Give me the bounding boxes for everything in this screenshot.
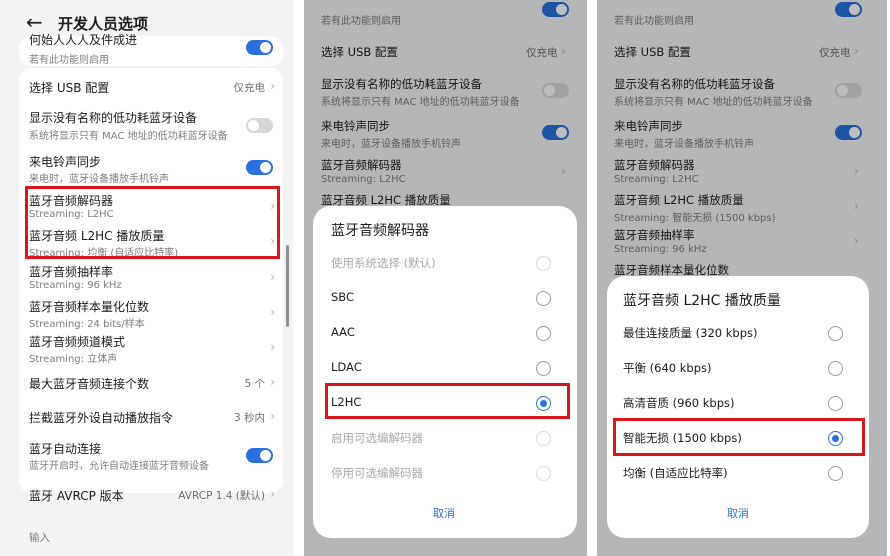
setting-subtitle: 蓝牙开启时，允许自动连接蓝牙音频设备 <box>29 461 209 472</box>
scrollbar[interactable] <box>286 245 289 327</box>
setting-row-channel[interactable]: 蓝牙音频频道模式 Streaming: 立体声 › <box>19 330 283 365</box>
codec-option-aac[interactable]: AAC <box>313 316 577 350</box>
codec-dialog: 蓝牙音频解码器 使用系统选择 (默认) SBC AAC LDAC L2HC 启用… <box>313 206 577 538</box>
chevron-right-icon: › <box>270 375 275 389</box>
settings-card: 选择 USB 配置 仅充电 › 显示没有名称的低功耗蓝牙设备 系统将显示只有 M… <box>19 68 283 503</box>
setting-title: 最大蓝牙音频连接个数 <box>29 377 150 391</box>
setting-row-max-connections[interactable]: 最大蓝牙音频连接个数 5 个 › <box>19 366 283 400</box>
toggle-switch[interactable] <box>246 448 273 463</box>
chevron-right-icon: › <box>270 487 275 501</box>
highlight-box <box>25 186 280 259</box>
setting-title: 选择 USB 配置 <box>29 81 110 95</box>
codec-option-default: 使用系统选择 (默认) <box>313 246 577 280</box>
setting-subtitle: 若有此功能则启用 <box>29 55 109 66</box>
codec-picker-screen: 若有此功能则启用 选择 USB 配置 仅充电 › 显示没有名称的低功耗蓝牙设备 … <box>304 0 587 556</box>
dialog-title: 蓝牙音频 L2HC 播放质量 <box>623 293 781 309</box>
radio-button[interactable] <box>828 361 843 376</box>
radio-button[interactable] <box>536 326 551 341</box>
codec-option-disable-optional: 停用可选编解码器 <box>313 456 577 490</box>
setting-row-ble-noname[interactable]: 显示没有名称的低功耗蓝牙设备 系统将显示只有 MAC 地址的低功耗蓝牙设备 <box>19 106 283 144</box>
radio-button[interactable] <box>828 466 843 481</box>
dialog-title: 蓝牙音频解码器 <box>331 223 429 239</box>
codec-option-enable-optional: 启用可选编解码器 <box>313 421 577 455</box>
setting-value: 3 秒内 <box>233 412 265 424</box>
highlight-box <box>325 383 570 419</box>
quality-option-320[interactable]: 最佳连接质量 (320 kbps) <box>607 316 869 350</box>
setting-subtitle: Streaming: 96 kHz <box>29 280 122 291</box>
section-header-input: 输入 <box>29 532 50 544</box>
l2hc-quality-dialog: 蓝牙音频 L2HC 播放质量 最佳连接质量 (320 kbps) 平衡 (640… <box>607 276 869 538</box>
setting-row-partial[interactable]: 何始人人人及件成进 若有此功能则启用 <box>19 33 283 66</box>
chevron-right-icon: › <box>270 305 275 319</box>
cancel-button[interactable]: 取消 <box>433 505 455 521</box>
setting-row-sample-rate[interactable]: 蓝牙音频抽样率 Streaming: 96 kHz › <box>19 260 283 294</box>
codec-option-sbc[interactable]: SBC <box>313 281 577 315</box>
chevron-right-icon: › <box>270 270 275 284</box>
setting-title: 何始人人人及件成进 <box>29 33 138 47</box>
setting-subtitle: 来电时，蓝牙设备播放手机铃声 <box>29 174 169 185</box>
option-label: 平衡 (640 kbps) <box>623 361 712 375</box>
setting-title: 蓝牙自动连接 <box>29 442 102 456</box>
radio-button[interactable] <box>536 361 551 376</box>
setting-value: 仅充电 <box>233 82 266 94</box>
setting-title: 蓝牙音频频道模式 <box>29 335 126 349</box>
toggle-switch[interactable] <box>246 118 273 133</box>
option-label: 使用系统选择 (默认) <box>331 256 436 270</box>
toggle-switch[interactable] <box>246 160 273 175</box>
setting-title: 蓝牙音频抽样率 <box>29 265 114 279</box>
chevron-right-icon: › <box>270 340 275 354</box>
option-label: 均衡 (自适应比特率) <box>623 466 728 480</box>
option-label: 最佳连接质量 (320 kbps) <box>623 326 758 340</box>
radio-button <box>536 256 551 271</box>
setting-title: 显示没有名称的低功耗蓝牙设备 <box>29 111 198 125</box>
highlight-box <box>613 418 865 456</box>
option-label: 启用可选编解码器 <box>331 431 423 445</box>
setting-title: 来电铃声同步 <box>29 155 102 169</box>
l2hc-quality-picker-screen: 若有此功能则启用 选择 USB 配置 仅充电 › 显示没有名称的低功耗蓝牙设备 … <box>597 0 887 556</box>
setting-subtitle: 系统将显示只有 MAC 地址的低功耗蓝牙设备 <box>29 131 228 142</box>
option-label: LDAC <box>331 360 362 374</box>
option-label: 高清音质 (960 kbps) <box>623 396 735 410</box>
option-label: SBC <box>331 290 355 304</box>
setting-title: 拦截蓝牙外设自动播放指令 <box>29 411 174 425</box>
quality-option-960[interactable]: 高清音质 (960 kbps) <box>607 386 869 420</box>
radio-button[interactable] <box>828 396 843 411</box>
option-label: AAC <box>331 325 355 339</box>
setting-row-bits[interactable]: 蓝牙音频样本量化位数 Streaming: 24 bits/样本 › <box>19 295 283 330</box>
radio-button[interactable] <box>828 326 843 341</box>
setting-value: AVRCP 1.4 (默认) <box>178 490 265 502</box>
chevron-right-icon: › <box>270 409 275 423</box>
setting-row-ringtone[interactable]: 来电铃声同步 来电时，蓝牙设备播放手机铃声 <box>19 148 283 185</box>
toggle-switch[interactable] <box>246 40 273 55</box>
quality-option-adaptive[interactable]: 均衡 (自适应比特率) <box>607 456 869 490</box>
radio-button <box>536 431 551 446</box>
setting-subtitle: Streaming: 24 bits/样本 <box>29 319 145 330</box>
setting-title: 蓝牙音频样本量化位数 <box>29 300 150 314</box>
setting-row-usb[interactable]: 选择 USB 配置 仅充电 › <box>19 68 283 104</box>
setting-title: 蓝牙 AVRCP 版本 <box>29 489 124 503</box>
quality-option-640[interactable]: 平衡 (640 kbps) <box>607 351 869 385</box>
setting-row-avrcp[interactable]: 蓝牙 AVRCP 版本 AVRCP 1.4 (默认) › <box>19 478 283 512</box>
option-label: 停用可选编解码器 <box>331 466 423 480</box>
codec-option-ldac[interactable]: LDAC <box>313 351 577 385</box>
cancel-button[interactable]: 取消 <box>727 505 749 521</box>
chevron-right-icon: › <box>270 79 275 93</box>
setting-value: 5 个 <box>244 378 265 390</box>
radio-button[interactable] <box>536 291 551 306</box>
developer-options-screen: ← 开发人员选项 何始人人人及件成进 若有此功能则启用 选择 USB 配置 仅充… <box>0 0 293 556</box>
setting-row-intercept[interactable]: 拦截蓝牙外设自动播放指令 3 秒内 › <box>19 400 283 434</box>
radio-button <box>536 466 551 481</box>
setting-row-auto-connect[interactable]: 蓝牙自动连接 蓝牙开启时，允许自动连接蓝牙音频设备 <box>19 436 283 472</box>
settings-card: 何始人人人及件成进 若有此功能则启用 <box>19 33 283 66</box>
setting-subtitle: Streaming: 立体声 <box>29 354 118 365</box>
